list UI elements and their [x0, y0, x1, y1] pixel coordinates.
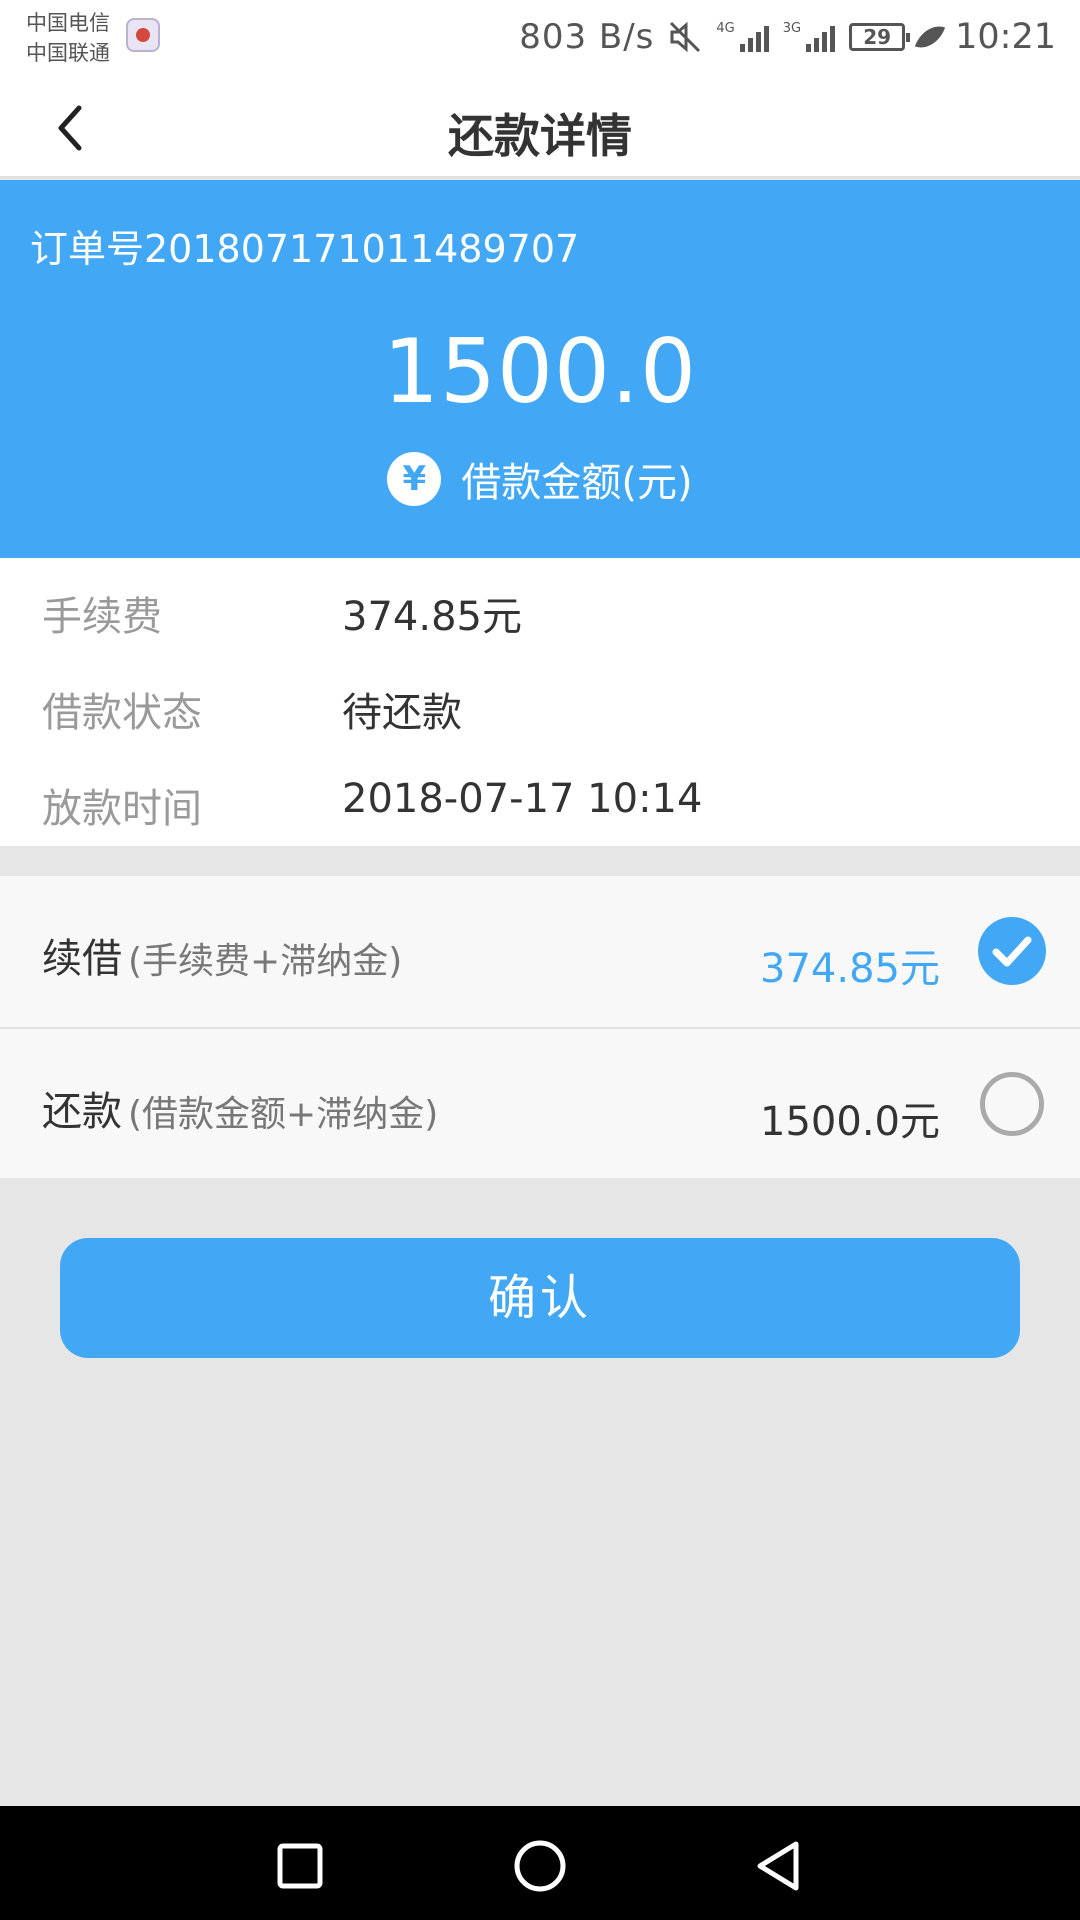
checked-radio-icon[interactable]: [978, 917, 1046, 985]
carrier-1: 中国电信: [26, 11, 110, 35]
triangle-back-icon: [757, 1841, 799, 1891]
detail-label: 借款状态: [42, 690, 202, 736]
unchecked-radio-icon[interactable]: [980, 1072, 1044, 1136]
checkmark-icon: [992, 936, 1032, 967]
amount-label: 借款金额(元): [461, 460, 693, 506]
loan-details: 手续费 374.85元 借款状态 待还款 放款时间 2018-07-17 10:…: [0, 558, 1080, 846]
order-number: 订单号20180717101148970​7: [30, 227, 580, 271]
option-renew[interactable]: 续借 (手续费+滞纳金) 374.85元: [0, 876, 1080, 1027]
carrier-2: 中国联通: [26, 41, 110, 65]
option-name: 还款: [42, 1089, 122, 1135]
option-desc: (借款金额+滞纳金): [128, 1094, 439, 1135]
page-title: 还款详情: [448, 109, 632, 163]
detail-row-disburse-time: 放款时间 2018-07-17 10:14: [0, 750, 1080, 846]
detail-row-status: 借款状态 待还款: [0, 654, 1080, 750]
option-name: 续借: [42, 936, 122, 982]
carrier-app-icon: [126, 18, 160, 52]
recents-button[interactable]: [270, 1836, 330, 1896]
signal-icon-2: 3G: [783, 22, 836, 52]
detail-value: 374.85元: [342, 594, 522, 640]
signal-icon: 4G: [716, 22, 769, 52]
loan-amount: 1500.0: [383, 320, 697, 423]
home-button[interactable]: [510, 1836, 570, 1896]
navigation-bar: [0, 1806, 1080, 1920]
carrier-names: 中国电信 中国联通: [26, 8, 110, 68]
repayment-options: 续借 (手续费+滞纳金) 374.85元 还款 (借款金额+滞纳金) 1500.…: [0, 876, 1080, 1178]
detail-row-fee: 手续费 374.85元: [0, 558, 1080, 654]
loan-summary-card: 订单号20180717101148970​7 1500.0 ¥ 借款金额(元): [0, 180, 1080, 558]
option-amount: 1500.0元: [760, 1099, 940, 1145]
status-bar: 中国电信 中国联通 803 B/s 4G 3G 29 10:21: [0, 0, 1080, 80]
leaf-icon: [915, 20, 946, 54]
net-speed: 803 B/s: [519, 17, 655, 57]
status-indicators: 803 B/s 4G 3G 29 10:21: [519, 12, 1056, 62]
clock: 10:21: [955, 17, 1056, 57]
yuan-icon: ¥: [387, 452, 442, 506]
amount-label-row: ¥ 借款金额(元): [0, 450, 1080, 508]
circle-icon: [514, 1840, 566, 1892]
option-repay[interactable]: 还款 (借款金额+滞纳金) 1500.0元: [0, 1027, 1080, 1178]
confirm-button[interactable]: 确认: [60, 1238, 1020, 1358]
detail-value: 待还款: [342, 690, 462, 736]
option-desc: (手续费+滞纳金): [128, 941, 403, 982]
detail-label: 手续费: [42, 594, 162, 640]
option-amount: 374.85元: [760, 946, 940, 992]
mute-icon: [670, 21, 701, 53]
title-bar: 还款详情: [0, 80, 1080, 178]
back-nav-button[interactable]: [750, 1836, 810, 1896]
battery-icon: 29: [849, 23, 911, 51]
detail-value: 2018-07-17 10:14: [342, 776, 703, 822]
square-icon: [277, 1843, 323, 1889]
detail-label: 放款时间: [42, 786, 202, 832]
